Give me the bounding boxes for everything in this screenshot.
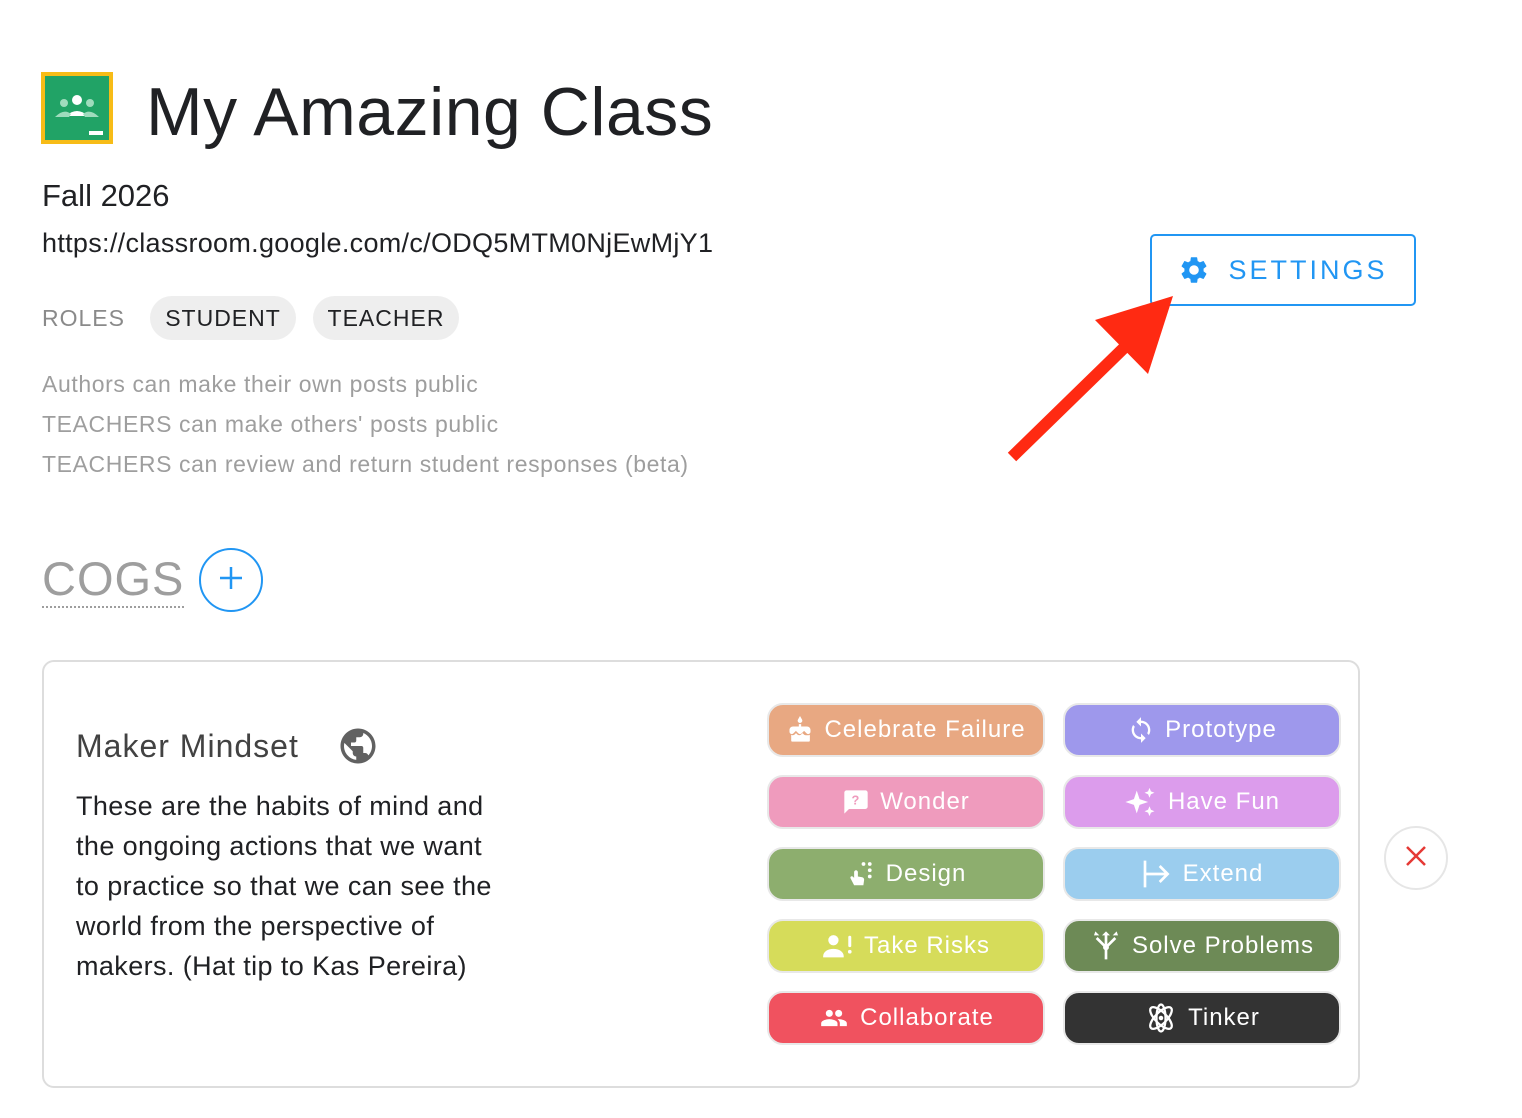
cog-card-description: These are the habits of mind and the ong… [76,791,492,981]
cake-icon [786,716,814,744]
tag-label: Take Risks [863,932,991,959]
role-chip-teacher: TEACHER [313,296,459,340]
tag-label: Solve Problems [1131,932,1315,959]
tag-label: Tinker [1188,1004,1260,1031]
arrows-split-icon [1090,930,1122,962]
remove-cog-button[interactable] [1384,826,1448,890]
arrow-bar-right-icon [1141,858,1173,890]
permission-teachers-public: TEACHERS can make others' posts public [42,411,499,437]
permission-teachers-review: TEACHERS can review and return student r… [42,451,689,477]
globe-icon[interactable] [337,725,379,772]
tag-tinker[interactable]: Tinker [1063,991,1341,1045]
tag-label: Collaborate [860,1004,994,1031]
tag-extend[interactable]: Extend [1063,847,1341,901]
tag-solve-problems[interactable]: Solve Problems [1063,919,1341,973]
tag-label: Extend [1182,860,1264,887]
google-classroom-icon [41,72,113,144]
pointer-hand-icon [846,859,876,889]
tag-celebrate-failure[interactable]: Celebrate Failure [767,703,1045,757]
annotation-arrow [1007,296,1173,462]
permission-authors-public: Authors can make their own posts public [42,371,479,397]
cog-card-title: Maker Mindset [76,728,299,764]
add-cog-button[interactable] [199,548,263,612]
sync-icon [1127,716,1155,744]
tag-wonder[interactable]: ? Wonder [767,775,1045,829]
tag-label: Celebrate Failure [824,716,1026,743]
settings-button-label: SETTINGS [1228,254,1388,285]
class-term: Fall 2026 [42,178,170,213]
tag-label: Wonder [880,788,970,815]
roles-label: ROLES [42,305,125,331]
class-url: https://classroom.google.com/c/ODQ5MTM0N… [42,228,714,258]
sparkle-icon [1124,785,1158,819]
atom-icon [1144,1001,1178,1035]
tag-label: Have Fun [1167,788,1281,815]
tag-design[interactable]: Design [767,847,1045,901]
tag-have-fun[interactable]: Have Fun [1063,775,1341,829]
people-icon [818,1004,850,1032]
tag-take-risks[interactable]: Take Risks [767,919,1045,973]
person-exclamation-icon [822,932,854,960]
tag-label: Prototype [1165,716,1277,743]
tag-collaborate[interactable]: Collaborate [767,991,1045,1045]
tag-prototype[interactable]: Prototype [1063,703,1341,757]
tag-label: Design [885,860,967,887]
page-title: My Amazing Class [146,74,714,150]
question-bubble-icon: ? [842,788,870,816]
role-chip-student: STUDENT [150,296,296,340]
svg-text:?: ? [852,792,861,807]
plus-icon [218,565,244,596]
cogs-section-title[interactable]: COGS [42,552,185,608]
close-icon [1405,845,1427,872]
